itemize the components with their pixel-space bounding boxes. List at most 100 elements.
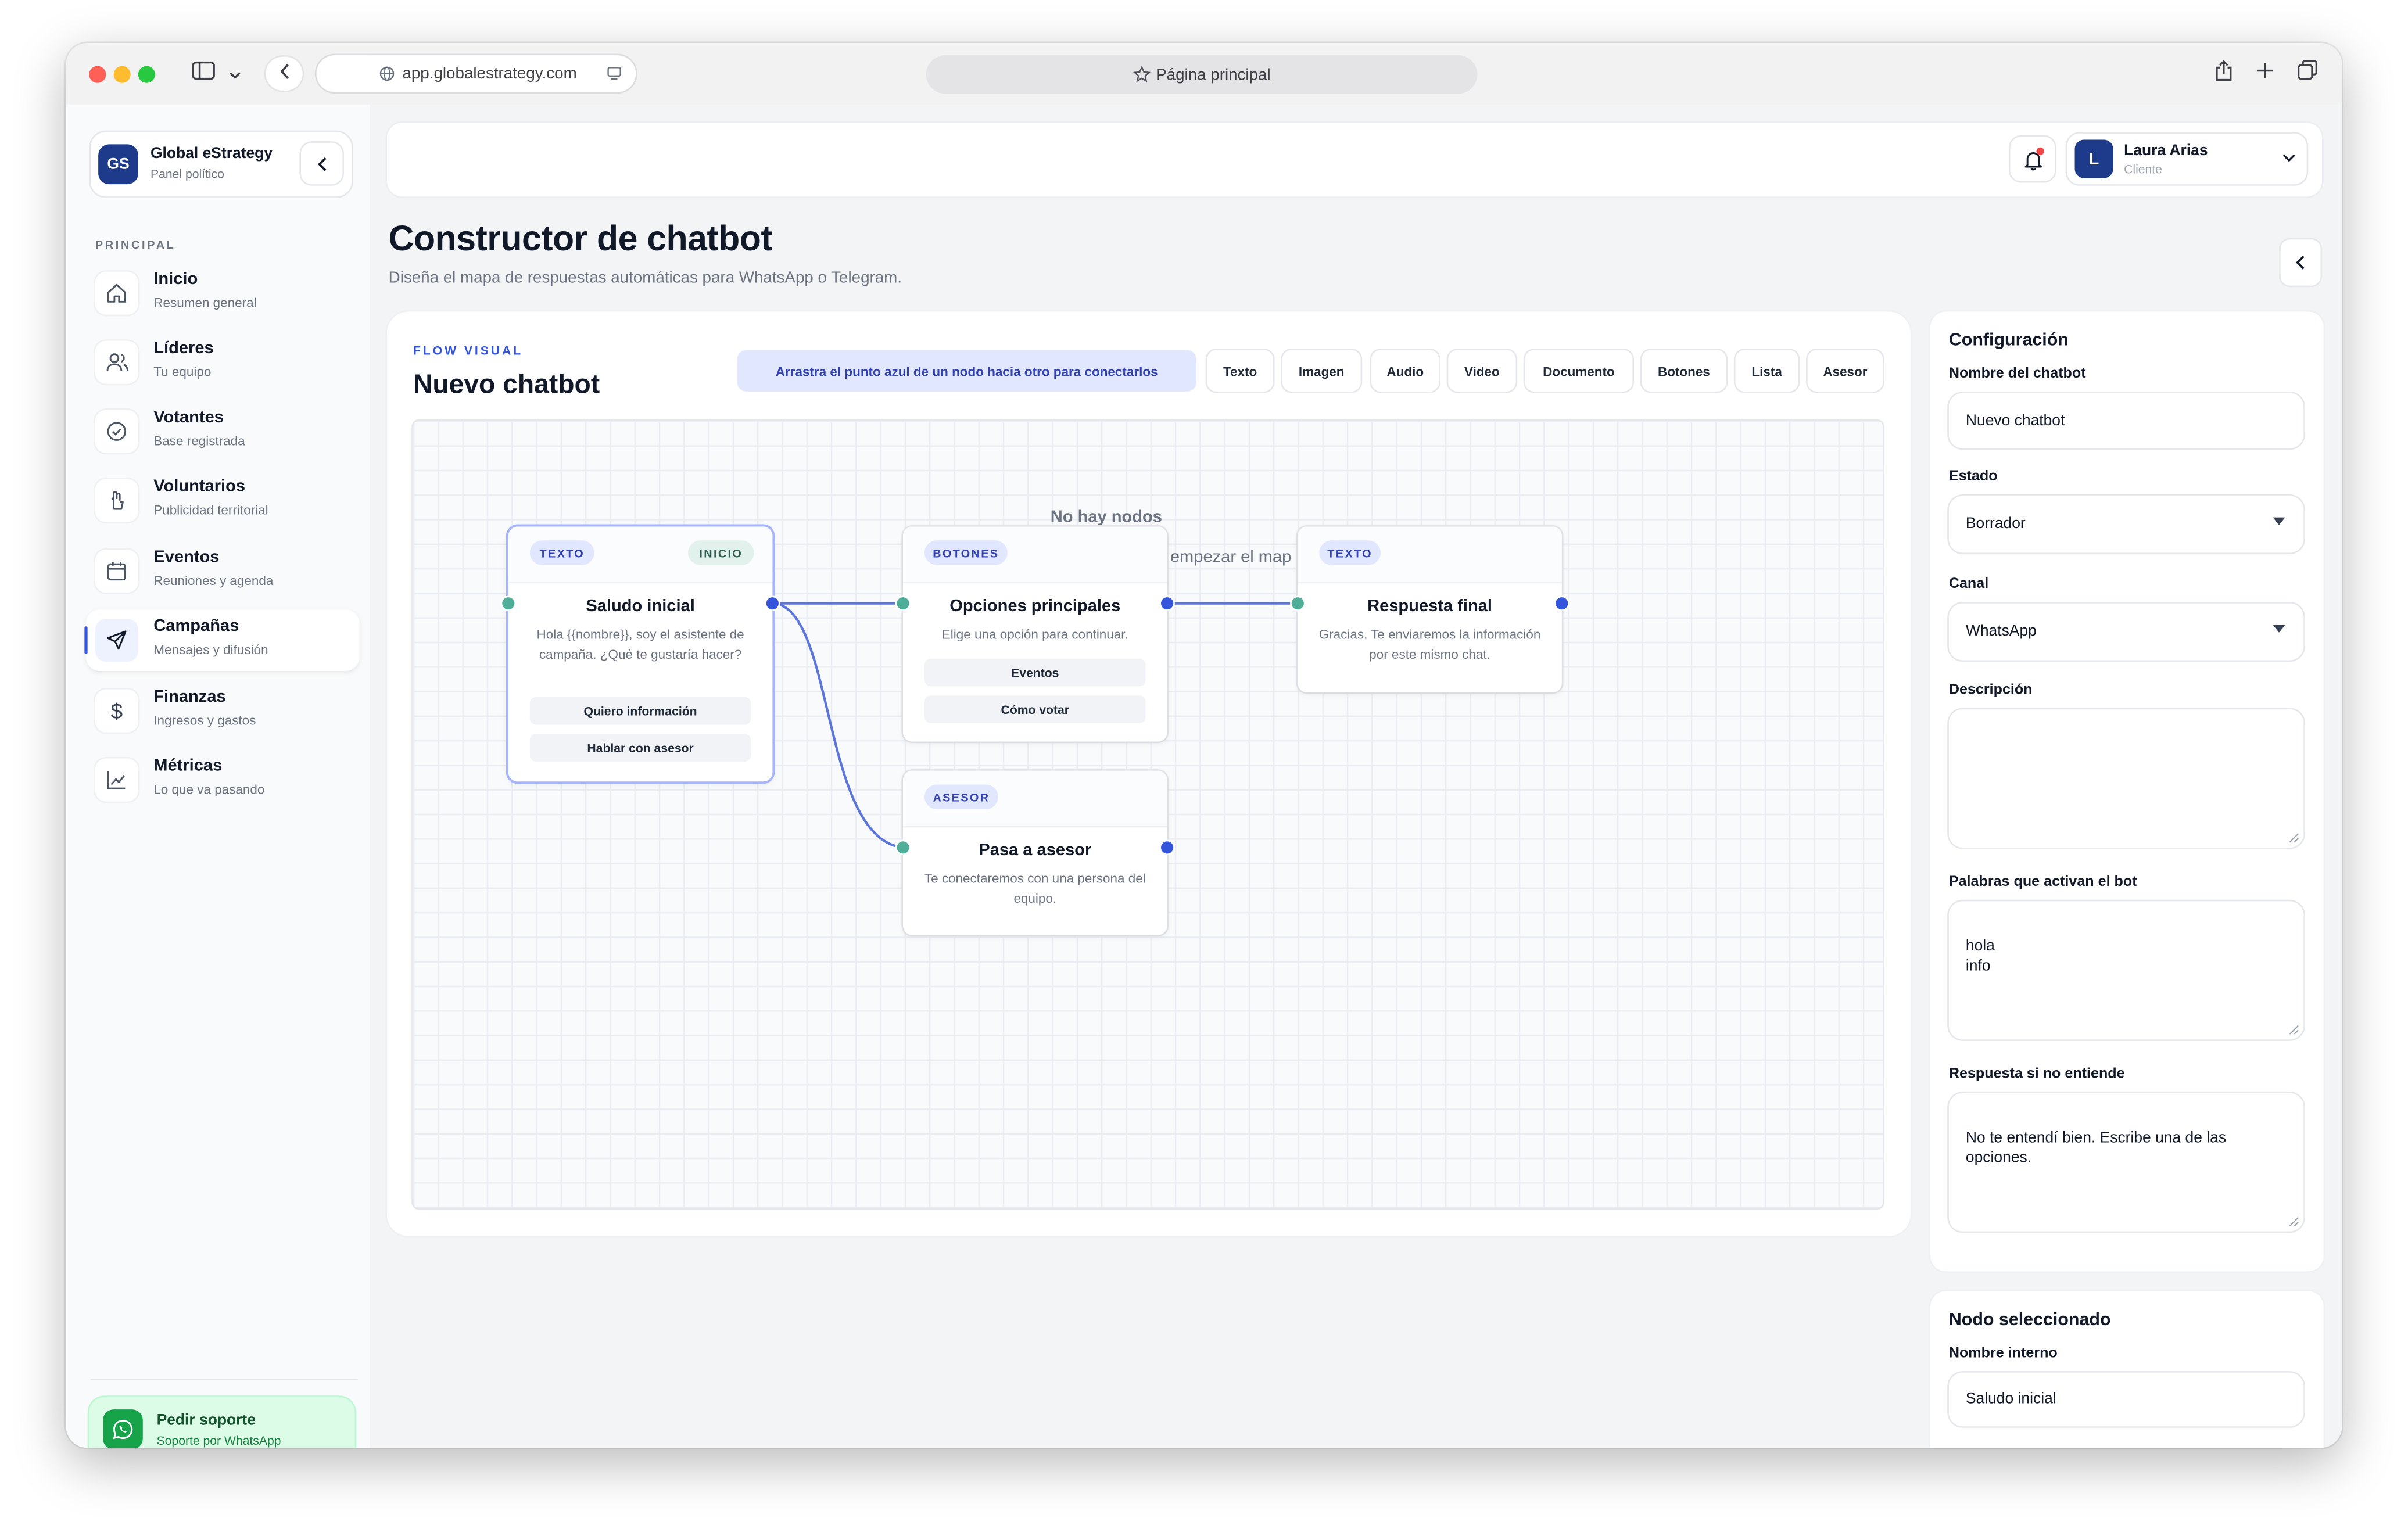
add-video-node-button[interactable]: Video <box>1448 350 1516 392</box>
node-option-button[interactable]: Quiero información <box>529 697 751 725</box>
sidebar-item-metricas[interactable]: Métricas Lo que va pasando <box>86 749 359 811</box>
node-input-port[interactable] <box>1290 595 1306 611</box>
add-lista-node-button[interactable]: Lista <box>1735 350 1798 392</box>
address-bar[interactable]: app.globalestrategy.com <box>316 55 636 92</box>
collapse-sidebar-button[interactable] <box>301 142 343 185</box>
add-texto-node-button[interactable]: Texto <box>1207 350 1273 392</box>
sidebar-icon <box>192 60 215 88</box>
add-asesor-node-button[interactable]: Asesor <box>1807 350 1883 392</box>
sidebar-item-label: Campañas <box>153 617 239 636</box>
add-documento-node-button[interactable]: Documento <box>1525 350 1633 392</box>
node-option-button[interactable]: Eventos <box>924 658 1146 687</box>
state-value: Borrador <box>1965 516 2026 533</box>
node-type-badge: BOTONES <box>924 540 1008 565</box>
sidebar-item-lideres[interactable]: Líderes Tu equipo <box>86 332 359 393</box>
sidebar-section-label: PRINCIPAL <box>95 238 176 252</box>
config-panel: Configuración Nombre del chatbot Nuevo c… <box>1930 311 2324 1272</box>
sidebar-item-sub: Resumen general <box>153 295 257 310</box>
collapse-panel-button[interactable] <box>2280 239 2321 286</box>
share-button[interactable] <box>2210 59 2238 88</box>
channel-label: Canal <box>1948 576 1989 593</box>
page-title: Constructor de chatbot <box>388 218 773 259</box>
sidebar-item-campanas[interactable]: Campañas Mensajes y difusión <box>84 609 360 671</box>
sidebar-item-label: Voluntarios <box>153 477 246 496</box>
back-button[interactable] <box>266 56 303 91</box>
internal-name-input[interactable]: Saludo inicial <box>1948 1372 2304 1427</box>
node-title: Pasa a asesor <box>979 841 1092 860</box>
sidebar-item-sub: Tu equipo <box>153 364 212 379</box>
star-icon <box>1133 66 1150 83</box>
brand-subtitle: Panel político <box>150 167 224 181</box>
node-output-port[interactable] <box>1159 839 1175 856</box>
sidebar-item-finanzas[interactable]: $ Finanzas Ingresos y gastos <box>86 680 359 742</box>
avatar: L <box>2074 139 2113 178</box>
node-input-port[interactable] <box>895 839 911 856</box>
flow-node-pasa-a-asesor[interactable]: ASESOR Pasa a asesor Te conectaremos con… <box>903 770 1167 935</box>
node-text: Te conectaremos con una persona del equi… <box>924 870 1146 906</box>
flow-node-saludo-inicial[interactable]: TEXTO INICIO Saludo inicial Hola {{nombr… <box>508 526 773 782</box>
reader-icon[interactable] <box>607 66 622 81</box>
brand-logo: GS <box>98 144 138 185</box>
add-audio-node-button[interactable]: Audio <box>1371 350 1439 392</box>
sidebar-item-label: Inicio <box>153 270 198 289</box>
sidebar-item-eventos[interactable]: Eventos Reuniones y agenda <box>86 540 359 602</box>
keywords-label: Palabras que activan el bot <box>1948 873 2137 891</box>
node-output-port[interactable] <box>765 595 780 611</box>
close-window-button[interactable] <box>89 66 106 83</box>
user-menu[interactable]: L Laura Arias Cliente <box>2067 133 2307 185</box>
sidebar-item-inicio[interactable]: Inicio Resumen general <box>86 263 359 324</box>
state-select[interactable]: Borrador <box>1948 496 2304 553</box>
chevron-left-icon <box>317 156 327 171</box>
add-botones-node-button[interactable]: Botones <box>1642 350 1726 392</box>
node-title: Respuesta final <box>1367 597 1492 616</box>
flow-node-respuesta-final[interactable]: TEXTO Respuesta final Gracias. Te enviar… <box>1298 526 1562 692</box>
node-option-button[interactable]: Cómo votar <box>924 695 1146 723</box>
flow-eyebrow: FLOW VISUAL <box>413 344 524 358</box>
send-icon <box>95 619 138 662</box>
sidebar-item-label: Votantes <box>153 408 224 427</box>
chevron-down-icon <box>2282 153 2296 163</box>
home-icon <box>95 271 138 315</box>
state-label: Estado <box>1948 468 1998 486</box>
sidebar-item-votantes[interactable]: Votantes Base registrada <box>86 401 359 462</box>
browser-window: app.globalestrategy.com Página principal… <box>66 43 2342 1448</box>
new-tab-button[interactable] <box>2251 60 2279 88</box>
selected-node-panel: Nodo seleccionado Nombre interno Saludo … <box>1930 1291 2324 1448</box>
support-button[interactable]: Pedir soporte Soporte por WhatsApp <box>89 1397 355 1448</box>
chart-line-icon <box>95 758 138 802</box>
node-output-port[interactable] <box>1159 595 1175 611</box>
start-badge: INICIO <box>688 540 754 565</box>
keywords-textarea[interactable]: hola info <box>1948 901 2304 1040</box>
zoom-window-button[interactable] <box>138 66 155 83</box>
notifications-button[interactable] <box>2010 137 2055 181</box>
node-output-port[interactable] <box>1554 595 1570 611</box>
tab-overview-button[interactable] <box>2293 60 2321 88</box>
resize-grip-icon[interactable] <box>2288 1216 2299 1227</box>
sidebar-item-sub: Ingresos y gastos <box>153 712 256 728</box>
active-indicator <box>84 626 88 654</box>
node-input-port[interactable] <box>500 595 517 611</box>
support-sub: Soporte por WhatsApp <box>156 1434 281 1448</box>
add-imagen-node-button[interactable]: Imagen <box>1282 350 1361 392</box>
sidebar-toggle-button[interactable] <box>183 58 250 89</box>
internal-name-label: Nombre interno <box>1948 1345 2058 1362</box>
node-option-button[interactable]: Hablar con asesor <box>529 734 751 762</box>
channel-select[interactable]: WhatsApp <box>1948 603 2304 661</box>
node-input-port[interactable] <box>895 595 911 611</box>
node-text: Gracias. Te enviaremos la información po… <box>1318 626 1541 662</box>
flow-canvas[interactable]: No hay nodos empezar el map TEXTO INICIO… <box>413 421 1883 1208</box>
node-title: Saludo inicial <box>586 597 695 616</box>
resize-grip-icon[interactable] <box>2288 832 2299 843</box>
minimize-window-button[interactable] <box>113 66 131 83</box>
fallback-textarea[interactable]: No te entendí bien. Escribe una de las o… <box>1948 1093 2304 1232</box>
flow-node-opciones-principales[interactable]: BOTONES Opciones principales Elige una o… <box>903 526 1167 742</box>
resize-grip-icon[interactable] <box>2288 1024 2299 1035</box>
browser-titlebar: app.globalestrategy.com Página principal <box>66 43 2342 105</box>
chatbot-name-input[interactable]: Nuevo chatbot <box>1948 393 2304 448</box>
flow-hint: Arrastra el punto azul de un nodo hacia … <box>737 350 1196 392</box>
keywords-value: hola info <box>1965 938 1995 975</box>
sidebar-item-voluntarios[interactable]: Voluntarios Publicidad territorial <box>86 470 359 532</box>
selected-node-heading: Nodo seleccionado <box>1948 1311 2111 1330</box>
description-textarea[interactable] <box>1948 709 2304 848</box>
current-tab[interactable]: Página principal <box>926 55 1478 94</box>
